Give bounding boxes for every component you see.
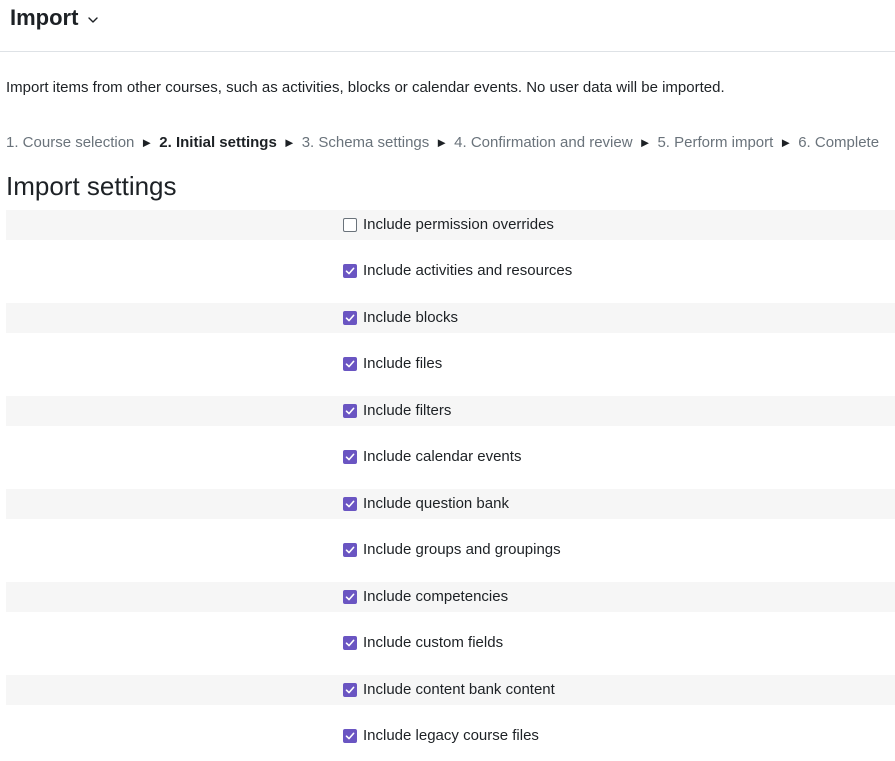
step-separator-icon: ► [779, 135, 793, 150]
import-menu-trigger[interactable]: Import [10, 4, 99, 32]
page-title: Import [10, 5, 79, 30]
step-separator-icon: ► [140, 135, 154, 150]
setting-label: Include legacy course files [363, 727, 539, 744]
chevron-down-icon [88, 11, 99, 29]
setting-row: Include groups and groupings [6, 535, 895, 565]
setting-label: Include files [363, 355, 443, 372]
setting-checkbox-3[interactable]: Include blocks [343, 309, 458, 327]
step-4: 4. Confirmation and review [454, 134, 633, 151]
setting-row: Include content bank content [6, 675, 895, 705]
setting-label: Include blocks [363, 309, 459, 326]
setting-row: Include question bank [6, 489, 895, 519]
setting-label: Include calendar events [363, 448, 522, 465]
section-title: Import settings [6, 171, 177, 201]
setting-row: Include competencies [6, 582, 895, 612]
setting-checkbox-10[interactable]: Include custom fields [343, 634, 503, 652]
step-2: 2. Initial settings [159, 134, 277, 151]
checkbox-checked-icon[interactable] [343, 264, 357, 278]
setting-label: Include activities and resources [363, 262, 573, 279]
page-header: Import [0, 0, 895, 52]
setting-label: Include custom fields [363, 634, 504, 651]
checkbox-checked-icon[interactable] [343, 311, 357, 325]
setting-row: Include activities and resources [6, 256, 895, 286]
setting-row: Include files [6, 349, 895, 379]
step-6: 6. Complete [798, 134, 880, 151]
setting-row: Include blocks [6, 303, 895, 333]
step-separator-icon: ► [282, 135, 296, 150]
checkbox-checked-icon[interactable] [343, 590, 357, 604]
setting-checkbox-11[interactable]: Include content bank content [343, 681, 555, 699]
checkbox-checked-icon[interactable] [343, 636, 357, 650]
setting-label: Include groups and groupings [363, 541, 561, 558]
setting-label: Include content bank content [363, 681, 555, 698]
step-5: 5. Perform import [657, 134, 774, 151]
step-separator-icon: ► [638, 135, 652, 150]
setting-checkbox-1[interactable]: Include permission overrides [343, 216, 554, 234]
setting-row: Include permission overrides [6, 210, 895, 240]
setting-checkbox-9[interactable]: Include competencies [343, 588, 508, 606]
setting-checkbox-7[interactable]: Include question bank [343, 495, 509, 513]
checkbox-checked-icon[interactable] [343, 497, 357, 511]
checkbox-checked-icon[interactable] [343, 404, 357, 418]
import-settings-list: Include permission overrides Include acti… [6, 210, 895, 750]
checkbox-unchecked-icon[interactable] [343, 218, 357, 232]
setting-checkbox-4[interactable]: Include files [343, 355, 442, 373]
setting-checkbox-8[interactable]: Include groups and groupings [343, 541, 561, 559]
checkbox-checked-icon[interactable] [343, 729, 357, 743]
setting-checkbox-5[interactable]: Include filters [343, 402, 451, 420]
setting-checkbox-12[interactable]: Include legacy course files [343, 727, 539, 745]
checkbox-checked-icon[interactable] [343, 357, 357, 371]
step-separator-icon: ► [435, 135, 449, 150]
checkbox-checked-icon[interactable] [343, 683, 357, 697]
setting-label: Include filters [363, 402, 452, 419]
setting-checkbox-2[interactable]: Include activities and resources [343, 262, 572, 280]
setting-checkbox-6[interactable]: Include calendar events [343, 448, 521, 466]
checkbox-checked-icon[interactable] [343, 543, 357, 557]
import-steps-breadcrumb: 1. Course selection ► 2. Initial settings ►… [6, 134, 879, 152]
setting-row: Include custom fields [6, 628, 895, 658]
step-1: 1. Course selection [6, 134, 135, 151]
setting-row: Include legacy course files [6, 721, 895, 751]
checkbox-checked-icon[interactable] [343, 450, 357, 464]
intro-text: Import items from other courses, such as… [6, 79, 725, 96]
setting-row: Include calendar events [6, 442, 895, 472]
setting-label: Include permission overrides [363, 216, 554, 233]
step-3: 3. Schema settings [301, 134, 430, 151]
setting-label: Include question bank [363, 495, 509, 512]
setting-label: Include competencies [363, 588, 509, 605]
setting-row: Include filters [6, 396, 895, 426]
